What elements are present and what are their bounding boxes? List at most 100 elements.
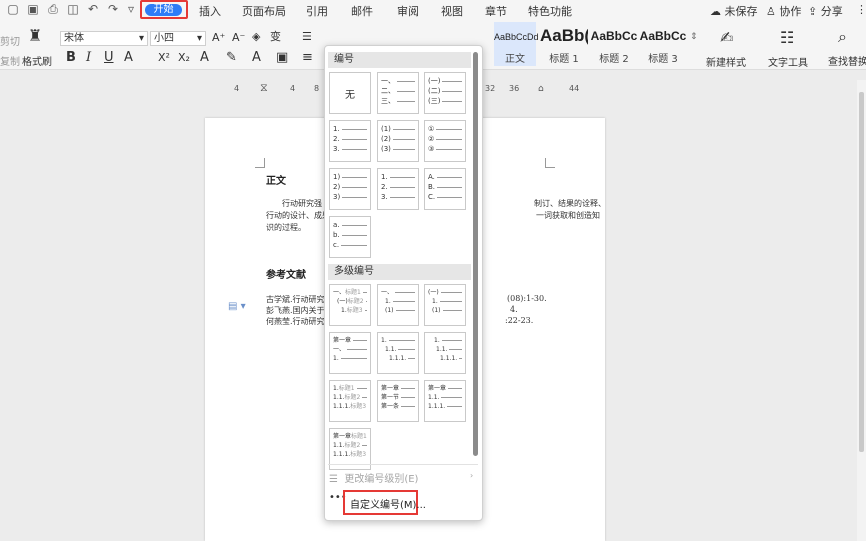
format-painter-icon[interactable]: ♜ [28, 28, 42, 44]
char-border-icon[interactable]: ▣ [276, 51, 288, 65]
italic-icon[interactable]: I [86, 51, 91, 65]
numbering-preset[interactable]: ① ② ③ [424, 120, 466, 162]
style-normal[interactable]: AaBbCcDd 正文 [494, 22, 539, 66]
indent-marker-icon[interactable]: ⧖ [260, 81, 268, 95]
margin-corner [545, 158, 555, 168]
font-color-icon[interactable]: A [252, 51, 261, 65]
align-left-icon[interactable]: ≡ [302, 51, 313, 65]
print-preview-icon[interactable]: ◫ [66, 2, 80, 16]
text-effect-icon[interactable]: A [200, 51, 209, 65]
preset-rule [401, 397, 415, 398]
new-style-icon[interactable]: ✍ [720, 30, 733, 46]
numbering-preset[interactable]: (一) (二) (三) [424, 72, 466, 114]
doc-paragraph-line: 制订、结果的诠释、 [534, 199, 606, 208]
numbering-preset[interactable]: 1. 2. 3. [377, 168, 419, 210]
numbering-none[interactable]: 无 [329, 72, 371, 114]
ruler-tick: 36 [509, 84, 520, 93]
tab-special-features[interactable]: 特色功能 [528, 3, 572, 19]
subscript-icon[interactable]: X₂ [178, 51, 190, 65]
phonetic-icon[interactable]: 变 [270, 30, 281, 44]
underline-icon[interactable]: U [104, 51, 114, 65]
preset-rule [392, 148, 415, 150]
multilevel-preset[interactable]: 一、 标题1 (一) 标题2 1. 标题3 [329, 284, 371, 326]
print-icon[interactable]: ⎙ [46, 2, 60, 16]
panel-scrollbar[interactable] [473, 52, 478, 456]
multilevel-preset[interactable]: 1. 标题1 1.1. 标题2 1.1.1. 标题3 [329, 380, 371, 422]
bullet-list-icon[interactable]: ☰ [302, 30, 312, 44]
preset-line: 1.1.1. [381, 354, 415, 363]
style-heading-2[interactable]: AaBbCc 标题 2 [590, 22, 638, 66]
new-style-button[interactable]: 新建样式 [706, 54, 746, 69]
multilevel-preset[interactable]: 第一章 第一节 第一条 [377, 380, 419, 422]
tab-page-layout[interactable]: 页面布局 [242, 3, 286, 19]
numbering-preset[interactable]: (1) (2) (3) [377, 120, 419, 162]
preset-line: 二、 [381, 86, 415, 96]
text-tools-icon[interactable]: ☷ [780, 30, 794, 46]
style-gallery-scroll-icon[interactable]: ⇕ [690, 30, 698, 44]
tab-start[interactable]: 开始 [145, 4, 182, 16]
redo-icon[interactable]: ↷ [106, 2, 120, 16]
undo-icon[interactable]: ↶ [86, 2, 100, 16]
preset-number: 二、 [381, 87, 395, 95]
paragraph-handle-icon[interactable]: ▤ ▾ [228, 301, 246, 312]
clear-format-icon[interactable]: ◈ [252, 30, 260, 44]
numbering-preset[interactable]: 1) 2) 3) [329, 168, 371, 210]
tab-chapter[interactable]: 章节 [485, 3, 507, 19]
multilevel-preset[interactable]: 第一章 一、 1. [329, 332, 371, 374]
preset-line: (一) 标题2 [333, 297, 367, 306]
shrink-font-icon[interactable]: A⁻ [232, 31, 245, 45]
format-painter-button[interactable]: 格式刷 [22, 53, 52, 68]
numbering-preset[interactable]: 一、 二、 三、 [377, 72, 419, 114]
strikethrough-icon[interactable]: A [124, 51, 133, 65]
multilevel-preset[interactable]: 一、 1. (1) [377, 284, 419, 326]
tab-view[interactable]: 视图 [441, 3, 463, 19]
customize-icon[interactable]: ▿ [124, 2, 138, 16]
preset-number: 1. [381, 337, 387, 344]
numbering-preset[interactable]: A. B. C. [424, 168, 466, 210]
unsaved-label: 未保存 [724, 5, 758, 18]
unsaved-status[interactable]: ☁ 未保存 [710, 3, 758, 19]
tab-review[interactable]: 审阅 [397, 3, 419, 19]
share-button[interactable]: ⇪ 分享 [808, 3, 843, 19]
font-name-select[interactable]: 宋体 ▾ [60, 31, 148, 46]
bold-icon[interactable]: B [66, 51, 76, 65]
tab-references[interactable]: 引用 [306, 3, 328, 19]
preset-number: 1.1. [428, 394, 440, 401]
numbering-preset[interactable]: a. b. c. [329, 216, 371, 258]
preset-number: 1. [333, 125, 340, 133]
preset-line: A. [428, 172, 462, 182]
more-icon[interactable]: ⋮ [856, 3, 866, 16]
collab-button[interactable]: ♙ 协作 [766, 3, 801, 19]
multilevel-preset[interactable]: 1. 1.1. 1.1.1. [377, 332, 419, 374]
vertical-scrollbar[interactable] [857, 80, 866, 541]
save-icon[interactable]: ▣ [26, 2, 40, 16]
find-replace-button[interactable]: 查找替换 [828, 53, 866, 68]
multilevel-preset[interactable]: (一) 1. (1) [424, 284, 466, 326]
copy-button[interactable]: 复制 [0, 53, 20, 68]
style-heading-1[interactable]: AaBb( 标题 1 [540, 22, 588, 66]
text-tools-button[interactable]: 文字工具 [768, 54, 808, 69]
search-icon[interactable]: ⌕ [838, 29, 847, 45]
custom-numbering-item[interactable]: 自定义编号(M)... [343, 490, 426, 515]
tab-insert[interactable]: 插入 [199, 3, 221, 19]
style-heading-3[interactable]: AaBbCc 标题 3 [639, 22, 687, 66]
preset-number: 1.1. [436, 346, 448, 353]
preset-line: 1.1. 标题2 [333, 441, 367, 450]
font-size-select[interactable]: 小四 ▾ [150, 31, 206, 46]
preset-rule [341, 234, 367, 236]
grow-font-icon[interactable]: A⁺ [212, 31, 225, 45]
multilevel-preset[interactable]: 第一章 1.1. 1.1.1. [424, 380, 466, 422]
preset-number: 一、 [333, 346, 346, 353]
cut-button[interactable]: 剪切 [0, 33, 20, 48]
numbering-preset[interactable]: 1. 2. 3. [329, 120, 371, 162]
preset-number: 一、 [333, 289, 346, 296]
window-icon[interactable]: ▢ [6, 2, 20, 16]
share-icon: ⇪ [808, 5, 818, 18]
tab-mail[interactable]: 邮件 [351, 3, 373, 19]
scrollbar-thumb[interactable] [859, 92, 864, 452]
right-indent-marker-icon[interactable]: ⌂ [538, 84, 544, 94]
superscript-icon[interactable]: X² [158, 51, 170, 65]
reference-line-tail: 4. [510, 305, 518, 314]
highlight-icon[interactable]: ✎ [226, 51, 237, 65]
multilevel-preset[interactable]: 1. 1.1. 1.1.1. [424, 332, 466, 374]
